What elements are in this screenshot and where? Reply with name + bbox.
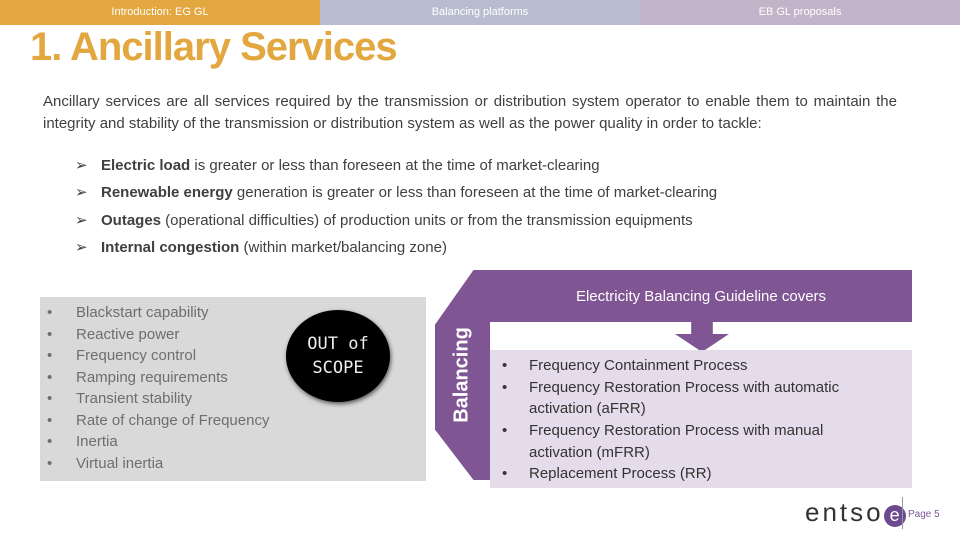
bullet-item: ➢ Internal congestion (within market/bala… <box>75 238 447 256</box>
divider <box>902 497 903 529</box>
arrow-icon: ➢ <box>75 157 88 174</box>
entsoe-logo: entso e <box>805 497 906 528</box>
list-item: • Transient stability <box>47 390 193 407</box>
bullet-bold: Outages <box>101 212 162 229</box>
page-title: 1. Ancillary Services <box>30 25 398 69</box>
tab-introduction[interactable]: Introduction: EG GL <box>0 0 320 25</box>
list-item: • Frequency control <box>47 347 197 364</box>
bullet-item: ➢ Electric load is greater or less than f… <box>75 156 600 174</box>
tab-eb-gl-proposals[interactable]: EB GL proposals <box>640 0 960 25</box>
eb-guideline-header: Electricity Balancing Guideline covers <box>490 270 912 322</box>
tab-balancing-platforms[interactable]: Balancing platforms <box>320 0 640 25</box>
list-item: • Ramping requirements <box>47 368 228 386</box>
list-item: • Virtual inertia <box>47 454 164 472</box>
bullet-text: (operational difficulties) of production… <box>161 212 693 229</box>
bullet-text: (within market/balancing zone) <box>239 239 447 256</box>
list-item: • Reactive power <box>47 325 180 343</box>
list-item: • Inertia <box>47 433 118 450</box>
page-number: Page 5 <box>908 509 940 520</box>
balancing-label: Balancing <box>450 327 473 423</box>
list-item: • Frequency Containment Process <box>502 357 748 374</box>
arrow-icon: ➢ <box>75 212 88 229</box>
bullet-item: ➢ Renewable energy generation is greater … <box>75 183 717 201</box>
bullet-bold: Internal congestion <box>101 239 240 256</box>
bullet-bold: Electric load <box>101 157 191 174</box>
list-item: • Replacement Process (RR) <box>502 465 712 482</box>
list-item: • Frequency Restoration Process with auto… <box>502 378 840 418</box>
out-of-scope-badge: OUT of SCOPE <box>286 310 390 402</box>
list-item: • Blackstart capability <box>47 304 209 321</box>
arrow-icon: ➢ <box>75 184 88 201</box>
list-item: • Frequency Restoration Process with manu… <box>502 422 824 461</box>
bullet-item: ➢ Outages (operational difficulties) of p… <box>75 211 693 229</box>
intro-text: Ancillary services are all services requ… <box>43 93 897 132</box>
list-item: • Rate of change of Frequency <box>47 411 270 429</box>
bullet-text: is greater or less than foreseen at the … <box>190 157 600 174</box>
bullet-text: generation is greater or less than fores… <box>232 184 718 201</box>
bullet-bold: Renewable energy <box>101 184 233 201</box>
arrow-icon: ➢ <box>75 239 88 256</box>
arrow-down-icon <box>675 322 729 352</box>
